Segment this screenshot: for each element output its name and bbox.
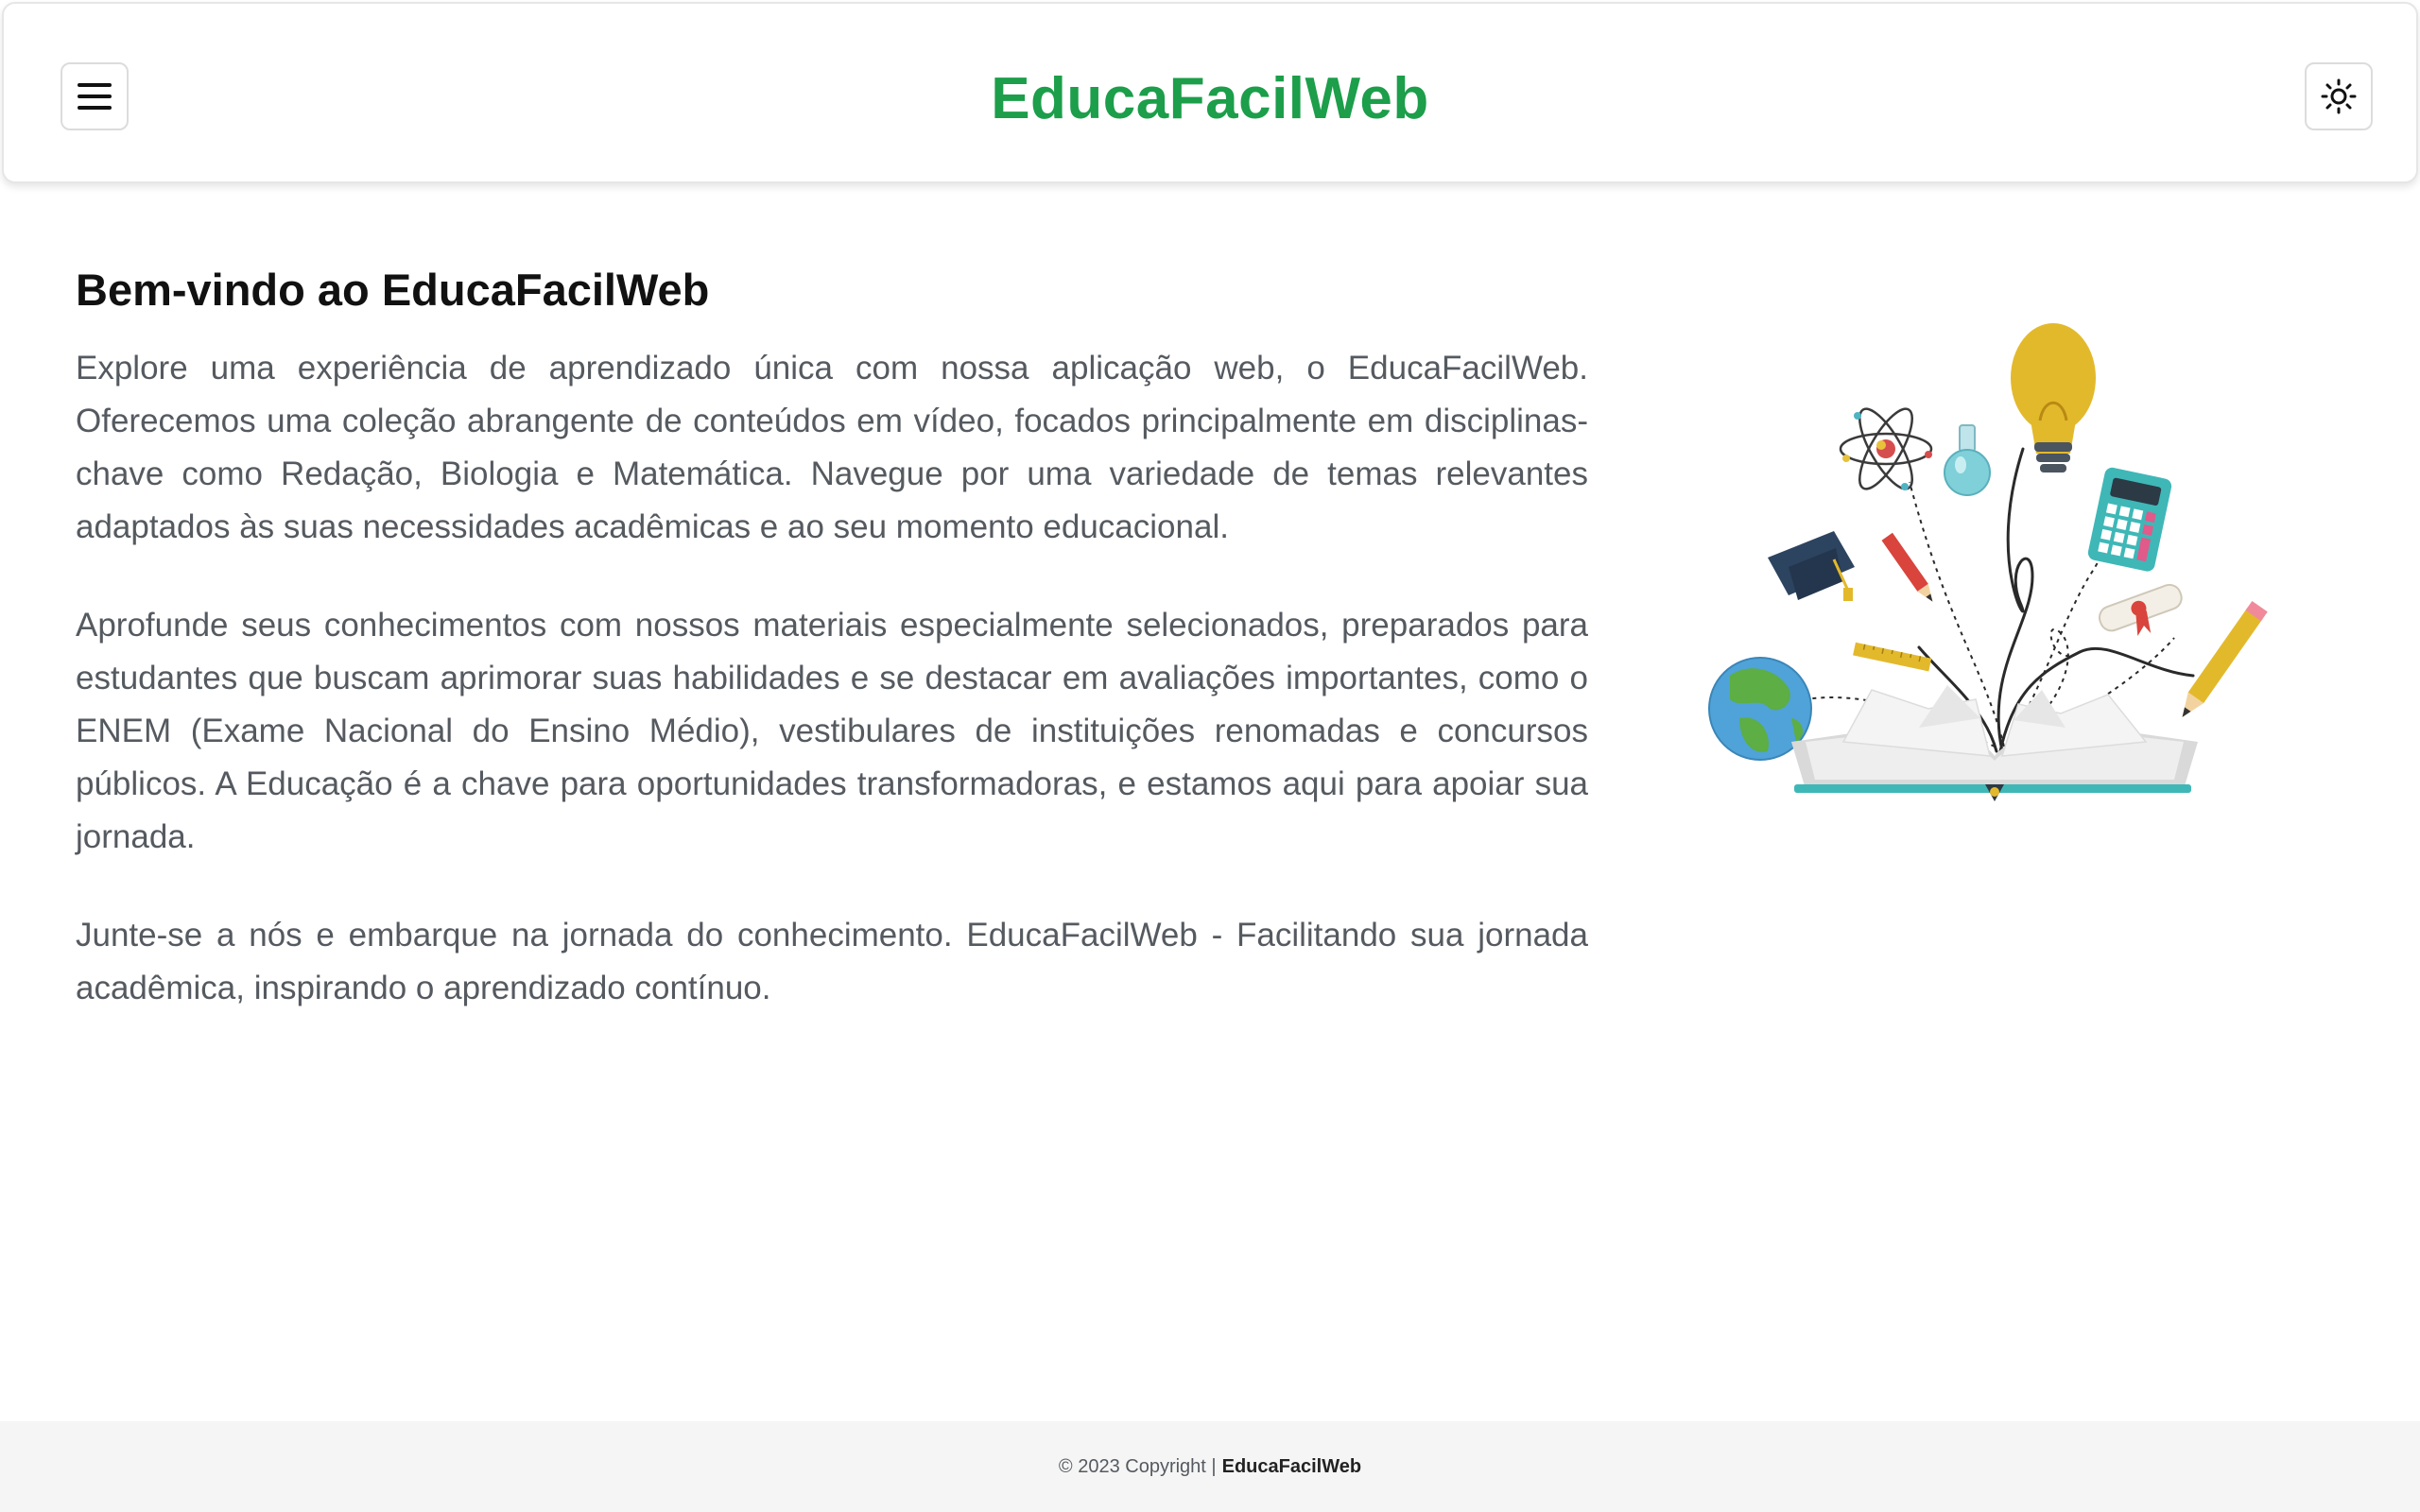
closing-paragraph: Junte-se a nós e embarque na jornada do …	[76, 917, 1588, 1006]
main-content: Bem-vindo ao EducaFacilWeb Explore uma e…	[76, 261, 1588, 1060]
pencil-red-icon	[1881, 532, 1933, 602]
top-navbar: EducaFacilWeb	[2, 2, 2418, 183]
page-footer: © 2023 Copyright | EducaFacilWeb	[0, 1421, 2420, 1512]
sun-icon	[2321, 78, 2357, 114]
atom-icon	[1839, 407, 1933, 490]
page-title: Bem-vindo ao EducaFacilWeb	[76, 265, 710, 315]
intro-paragraph: Explore uma experiência de aprendizado ú…	[76, 350, 1588, 545]
calculator-icon	[2087, 467, 2172, 572]
diploma-icon	[2098, 583, 2183, 636]
copyright-text: © 2023 Copyright |	[1058, 1455, 1217, 1477]
theme-toggle-button[interactable]	[2305, 62, 2373, 130]
details-paragraph: Aprofunde seus conhecimentos com nossos …	[76, 607, 1588, 855]
education-illustration	[1708, 323, 2268, 801]
footer-brand-link[interactable]: EducaFacilWeb	[1222, 1456, 1361, 1478]
flask-icon	[1944, 424, 1991, 496]
graduation-cap-icon	[1768, 531, 1855, 601]
brand-title[interactable]: EducaFacilWeb	[4, 62, 2416, 136]
pencil-yellow-icon	[2182, 600, 2268, 717]
